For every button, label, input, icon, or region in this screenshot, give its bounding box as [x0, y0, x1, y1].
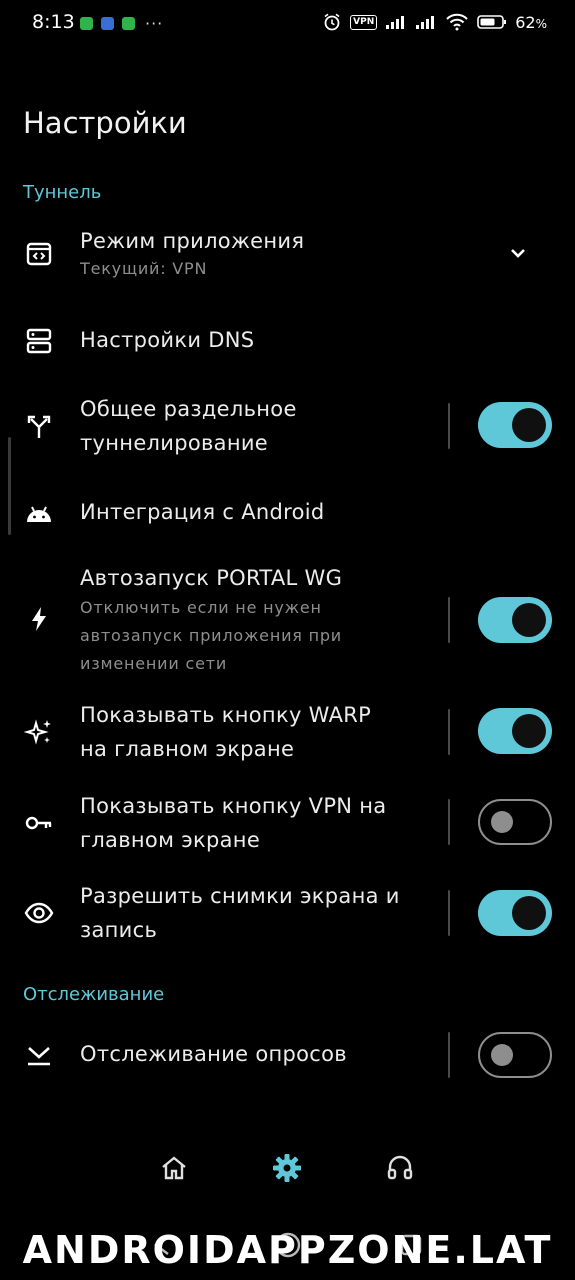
nav-support[interactable]	[380, 1148, 420, 1188]
setting-subtitle-line2: автозапуск приложения при	[80, 626, 343, 645]
eye-icon	[22, 896, 56, 930]
battery-icon	[477, 15, 507, 29]
setting-title-line1: Общее раздельное	[80, 397, 297, 421]
download-tray-icon	[22, 1038, 56, 1072]
app-window-code-icon	[22, 237, 56, 271]
chevron-down-icon[interactable]	[505, 240, 531, 266]
section-title-tracking: Отслеживание	[23, 984, 165, 1005]
signal-icon-2	[416, 16, 435, 29]
poll-tracking-toggle[interactable]	[478, 1032, 552, 1078]
divider	[448, 709, 450, 755]
setting-title-line2: на главном экране	[80, 737, 295, 761]
sparkles-icon	[22, 715, 56, 749]
notification-icons: ···	[80, 14, 163, 33]
bottom-nav	[0, 1140, 575, 1200]
setting-title: Автозапуск PORTAL WG	[80, 566, 343, 590]
nav-home[interactable]	[154, 1148, 194, 1188]
toggle-knob	[491, 1044, 513, 1066]
divider	[448, 799, 450, 845]
setting-title-line1: Разрешить снимки экрана и	[80, 884, 400, 908]
divider	[448, 1032, 450, 1078]
status-bar: 8:13 ··· VPN 62%	[0, 0, 575, 46]
gear-icon	[273, 1154, 301, 1182]
headset-icon	[387, 1155, 413, 1180]
key-icon	[22, 806, 56, 840]
app-notification-icon	[101, 17, 114, 30]
status-right-icons: VPN 62%	[322, 12, 547, 32]
setting-title-line1: Показывать кнопку WARP	[80, 703, 372, 727]
autostart-toggle[interactable]	[478, 597, 552, 643]
split-arrows-icon	[22, 409, 56, 443]
setting-autostart[interactable]: Автозапуск PORTAL WG Отключить если не н…	[0, 560, 575, 680]
wifi-icon	[446, 13, 468, 31]
running-person-icon	[122, 17, 135, 30]
signal-icon-1	[386, 16, 405, 29]
toggle-knob	[512, 896, 546, 930]
setting-poll-tracking[interactable]: Отслеживание опросов	[0, 1030, 575, 1080]
setting-title: Интеграция с Android	[80, 500, 325, 524]
setting-subtitle-line1: Отключить если не нужен	[80, 598, 322, 617]
android-icon	[22, 496, 56, 530]
setting-title: Отслеживание опросов	[80, 1042, 347, 1066]
toggle-knob	[512, 603, 546, 637]
setting-subtitle-line3: изменении сети	[80, 654, 228, 673]
setting-title-line2: главном экране	[80, 828, 261, 852]
divider	[448, 403, 450, 449]
setting-android-integration[interactable]: Интеграция с Android	[0, 492, 575, 538]
vpn-button-toggle[interactable]	[478, 799, 552, 845]
more-notifications-icon: ···	[145, 14, 164, 33]
page-title: Настройки	[23, 106, 187, 140]
setting-title-line1: Показывать кнопку VPN на	[80, 794, 387, 818]
alarm-icon	[324, 13, 340, 31]
setting-dns[interactable]: Настройки DNS	[0, 318, 575, 364]
setting-app-mode[interactable]: Режим приложения Текущий: VPN	[0, 222, 575, 292]
status-time: 8:13	[32, 11, 75, 33]
vpn-status-icon: VPN	[350, 14, 378, 30]
setting-title-line2: туннелирование	[80, 431, 269, 455]
setting-split-tunneling[interactable]: Общее раздельное туннелирование	[0, 392, 575, 462]
whatsapp-icon	[80, 17, 93, 30]
setting-screenshots[interactable]: Разрешить снимки экрана и запись	[0, 879, 575, 949]
toggle-knob	[512, 408, 546, 442]
watermark: ANDROIDAPPZONE.LAT	[22, 1228, 553, 1272]
setting-title: Настройки DNS	[80, 328, 255, 352]
warp-button-toggle[interactable]	[478, 708, 552, 754]
lightning-icon	[22, 602, 56, 636]
toggle-knob	[512, 714, 546, 748]
section-title-tunnel: Туннель	[23, 182, 102, 203]
setting-title: Режим приложения	[80, 229, 305, 253]
nav-settings[interactable]	[267, 1148, 307, 1188]
setting-subtitle: Текущий: VPN	[80, 259, 208, 278]
split-tunnel-toggle[interactable]	[478, 402, 552, 448]
divider	[448, 597, 450, 643]
toggle-knob	[491, 811, 513, 833]
battery-percent: 62%	[515, 12, 547, 32]
home-icon	[162, 1156, 186, 1180]
server-icon	[22, 324, 56, 358]
setting-vpn-button[interactable]: Показывать кнопку VPN на главном экране	[0, 789, 575, 859]
screenshots-toggle[interactable]	[478, 890, 552, 936]
divider	[448, 890, 450, 936]
setting-title-line2: запись	[80, 918, 158, 942]
setting-warp-button[interactable]: Показывать кнопку WARP на главном экране	[0, 698, 575, 768]
